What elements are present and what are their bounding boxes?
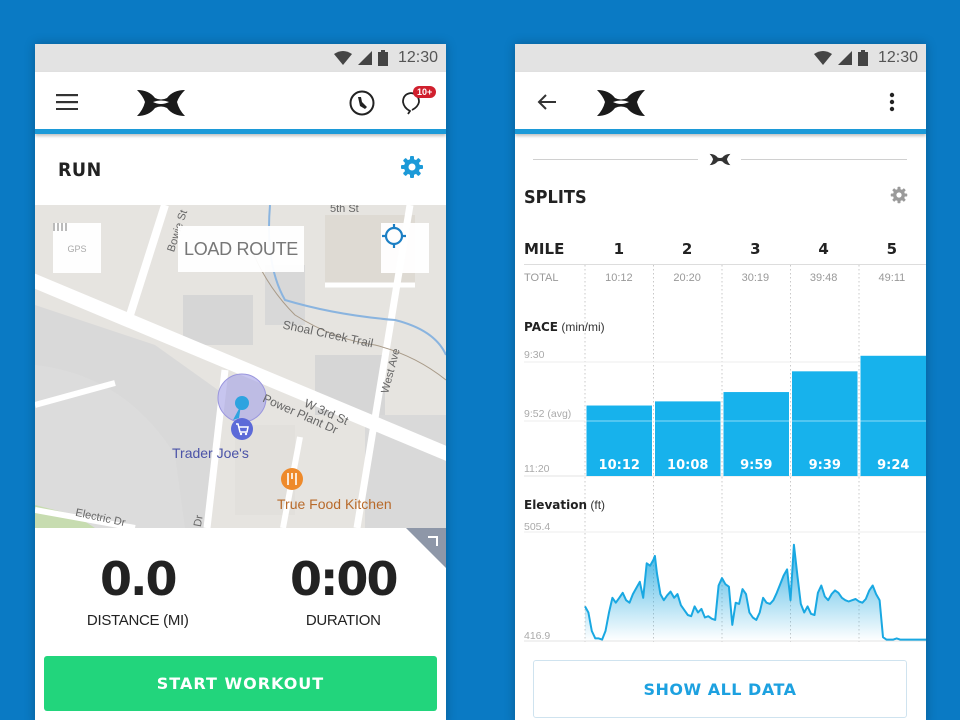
wifi-icon	[813, 51, 832, 65]
locate-me-button[interactable]	[381, 223, 429, 273]
activity-header: RUN	[35, 134, 446, 205]
workout-stats: 0.0 DISTANCE (MI) 0:00 DURATION	[35, 528, 446, 648]
pace-bar	[586, 405, 652, 476]
start-workout-button[interactable]: START WORKOUT	[44, 656, 437, 711]
total-time: 30:19	[741, 272, 770, 284]
run-settings-button[interactable]	[400, 155, 424, 184]
app-bar: 10+	[35, 72, 446, 134]
elevation-title-bold: Elevation	[524, 498, 588, 512]
map-view[interactable]: Bowie St 5th St Shoal Creek Trail West A…	[35, 205, 446, 528]
pace-bar	[723, 392, 789, 476]
activity-title: RUN	[58, 158, 102, 181]
pace-title-unit: (min/mi)	[561, 320, 605, 334]
total-label: TOTAL	[524, 272, 559, 284]
pace-axis-bottom: 11:20	[524, 463, 550, 475]
expand-corner-button[interactable]	[406, 528, 446, 568]
mile-number: 4	[818, 240, 829, 258]
elevation-title-unit: (ft)	[590, 498, 606, 512]
pace-bar	[860, 355, 926, 476]
mile-number: 3	[750, 240, 761, 258]
place-label-trader-joes[interactable]: Trader Joe's	[172, 445, 249, 461]
splits-header: SPLITS	[515, 182, 926, 212]
load-route-button[interactable]: LOAD ROUTE	[178, 226, 304, 272]
total-time-row: TOTAL 10:12 20:20 30:19 39:48 49:11	[515, 272, 926, 284]
total-time: 49:11	[878, 272, 906, 284]
status-time: 12:30	[397, 49, 438, 66]
mile-label: MILE	[524, 240, 565, 258]
gps-label: GPS	[67, 244, 87, 254]
divider-line	[533, 159, 698, 160]
pace-title-bold: PACE	[524, 320, 558, 334]
shoe-icon	[349, 90, 375, 116]
wifi-icon	[333, 51, 352, 65]
cell-signal-icon	[837, 51, 852, 65]
under-armour-logo	[137, 90, 185, 116]
total-time: 10:12	[605, 272, 633, 284]
duration-label: DURATION	[305, 612, 381, 629]
mile-header-row: MILE 1 2 3 4 5	[515, 240, 926, 258]
pace-axis-top: 9:30	[524, 349, 545, 361]
notification-badge: 10+	[413, 86, 437, 98]
distance-stat: 0.0 DISTANCE (MI)	[35, 528, 241, 648]
status-time: 12:30	[877, 49, 918, 66]
place-label-true-food-kitchen[interactable]: True Food Kitchen	[277, 496, 392, 512]
battery-icon	[857, 50, 868, 66]
elevation-axis-top: 505.4	[524, 521, 551, 533]
more-options-button[interactable]	[883, 88, 901, 116]
mile-number: 2	[681, 240, 693, 258]
gps-button[interactable]: GPS	[53, 223, 101, 273]
under-armour-logo	[597, 90, 645, 116]
header-divider	[524, 264, 926, 265]
cell-signal-icon	[357, 51, 372, 65]
divider-line	[741, 159, 907, 160]
total-time: 39:48	[809, 272, 838, 284]
gps-signal-icon	[53, 223, 67, 231]
distance-label: DISTANCE (MI)	[86, 612, 189, 629]
gear-icon	[890, 186, 908, 203]
status-bar: 12:30	[515, 44, 926, 72]
run-screen: 12:30 10+ RUN Bowie St 5th St Shoal Cree…	[35, 44, 446, 720]
status-bar: 12:30	[35, 44, 446, 72]
elevation-area	[585, 544, 926, 641]
pace-axis-avg: 9:52 (avg)	[524, 408, 572, 420]
total-time: 20:20	[673, 272, 701, 284]
more-vert-icon	[889, 92, 895, 112]
elevation-line	[584, 543, 926, 641]
splits-title: SPLITS	[524, 186, 587, 208]
mile-number: 5	[886, 240, 898, 258]
street-label: Dr	[191, 514, 206, 528]
pace-bar-label: 10:08	[667, 458, 708, 473]
pace-bar	[792, 371, 858, 476]
expand-icon	[428, 536, 438, 546]
distance-value: 0.0	[100, 552, 177, 606]
pace-bar-label: 10:12	[599, 458, 640, 473]
elevation-axis-bottom: 416.9	[524, 630, 551, 642]
under-armour-small-logo	[709, 153, 731, 166]
notifications-button[interactable]: 10+	[399, 86, 437, 116]
mile-number: 1	[613, 240, 625, 258]
hamburger-menu-icon	[56, 94, 78, 110]
show-all-data-button[interactable]: SHOW ALL DATA	[533, 660, 907, 718]
splits-screen: 12:30 SPLITS 10:12 10:08 9:59 9:39 9:24 …	[515, 44, 926, 720]
battery-icon	[377, 50, 388, 66]
hamburger-menu-button[interactable]	[55, 90, 79, 114]
elevation-title: Elevation (ft)	[524, 498, 605, 512]
pace-title: PACE (min/mi)	[524, 320, 605, 334]
pace-bar	[655, 401, 721, 476]
back-arrow-icon	[537, 94, 556, 110]
crosshair-icon	[382, 224, 406, 248]
splits-settings-button[interactable]	[890, 186, 908, 209]
street-label: 5th St	[330, 205, 359, 215]
back-button[interactable]	[535, 90, 559, 114]
pace-bar-label: 9:59	[740, 458, 772, 473]
pace-bar-label: 9:39	[809, 458, 841, 473]
shoe-button[interactable]	[348, 89, 376, 117]
gear-icon	[401, 156, 423, 178]
app-bar	[515, 72, 926, 134]
pace-bar-label: 9:24	[877, 458, 909, 473]
brand-divider	[515, 134, 926, 182]
